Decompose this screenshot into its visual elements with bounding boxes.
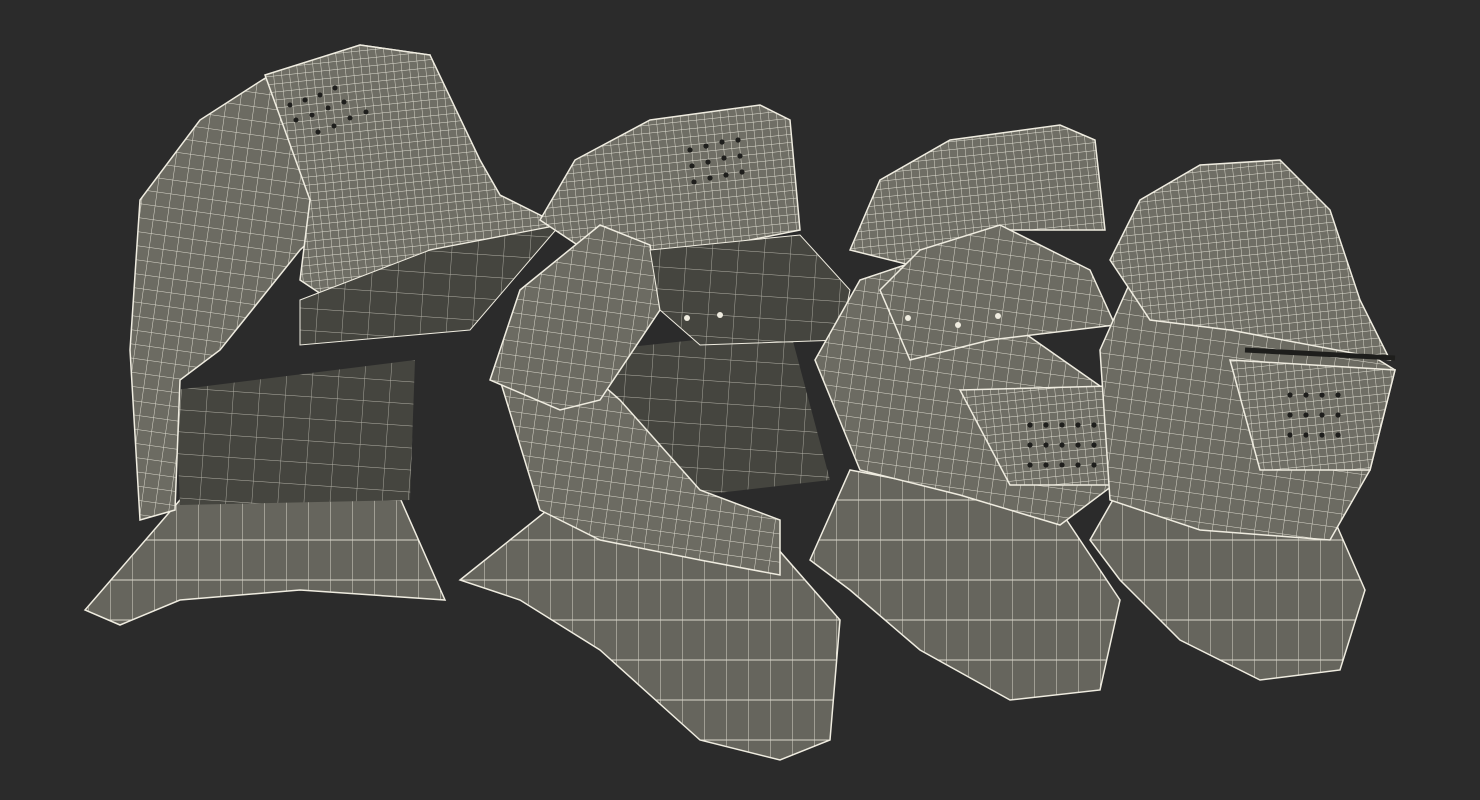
- render-viewport: [83, 44, 1396, 761]
- helmet-1: [83, 44, 563, 626]
- helmet-4: [1089, 159, 1396, 681]
- helmet-2: [458, 104, 851, 761]
- helmet-3: [809, 124, 1151, 701]
